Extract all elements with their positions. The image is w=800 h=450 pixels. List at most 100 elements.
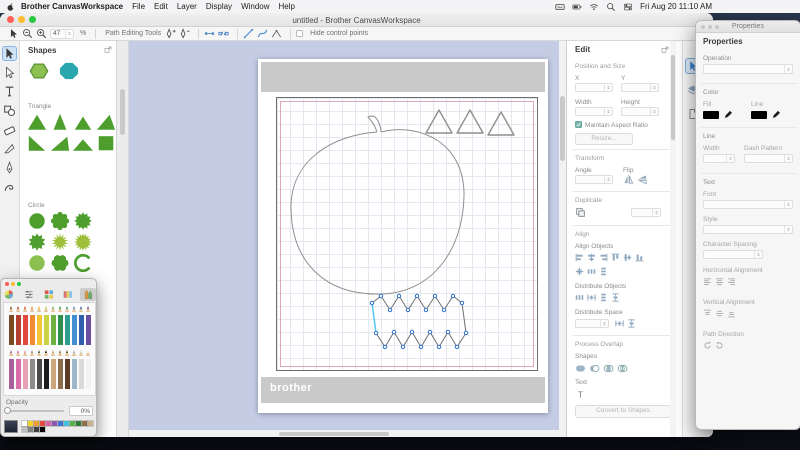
pen-nib-icon[interactable] xyxy=(3,161,16,174)
font-select[interactable] xyxy=(703,200,793,209)
cursor-outline-icon[interactable] xyxy=(3,66,16,79)
pencil-swatch[interactable] xyxy=(71,306,77,345)
space-v-icon[interactable] xyxy=(611,293,620,302)
resize-button[interactable]: Resize... xyxy=(575,133,633,145)
menu-clock[interactable]: Fri Aug 20 11:10 AM xyxy=(640,2,712,11)
stepper-icon[interactable] xyxy=(784,65,792,73)
space-h-icon[interactable] xyxy=(615,319,624,328)
line-segment-icon[interactable] xyxy=(243,28,254,39)
shape-triangle-right[interactable] xyxy=(26,133,48,153)
color-swatch[interactable] xyxy=(27,420,34,427)
line-width-field[interactable] xyxy=(703,154,735,163)
color-swatch[interactable] xyxy=(87,420,94,427)
cursor-icon[interactable] xyxy=(8,28,19,39)
stepper-icon[interactable] xyxy=(604,176,612,183)
width-field[interactable] xyxy=(575,107,613,116)
pen-add-node-icon[interactable] xyxy=(165,28,176,39)
zoom-button[interactable] xyxy=(17,281,21,286)
duplicate-count-field[interactable] xyxy=(631,208,661,217)
pencil-swatch[interactable] xyxy=(50,350,56,389)
pencil-swatch[interactable] xyxy=(50,306,56,345)
line-color-swatch[interactable] xyxy=(751,111,767,119)
text-align-bottom-icon[interactable] xyxy=(727,309,736,318)
keyboard-icon[interactable] xyxy=(555,2,565,12)
eraser-icon[interactable] xyxy=(3,123,16,136)
color-swatch[interactable] xyxy=(45,420,52,427)
pencil-swatch[interactable] xyxy=(22,350,28,389)
curve-segment-icon[interactable] xyxy=(257,28,268,39)
pencil-swatch[interactable] xyxy=(64,306,70,345)
pencil-swatch[interactable] xyxy=(57,350,63,389)
stepper-icon[interactable] xyxy=(784,155,792,162)
scrollbar-thumb[interactable] xyxy=(671,55,675,140)
shape-gear[interactable] xyxy=(26,232,48,252)
shape-triangle-tall[interactable] xyxy=(49,112,71,132)
shape-arc[interactable] xyxy=(72,253,94,273)
distribute-v-icon[interactable] xyxy=(599,293,608,302)
color-swatch[interactable] xyxy=(51,420,58,427)
shape-hexagon[interactable] xyxy=(28,61,50,81)
text-align-center-icon[interactable] xyxy=(715,277,724,286)
color-swatch[interactable] xyxy=(75,420,82,427)
fill-pen-icon[interactable] xyxy=(723,109,733,119)
color-swatch[interactable] xyxy=(63,420,70,427)
color-swatch[interactable] xyxy=(39,426,46,433)
zoom-out-icon[interactable] xyxy=(22,28,33,39)
color-swatch[interactable] xyxy=(81,420,88,427)
align-right-icon[interactable] xyxy=(599,253,608,262)
color-swatch[interactable] xyxy=(33,426,40,433)
opacity-slider-thumb[interactable] xyxy=(4,407,11,414)
shape-triangle-wide[interactable] xyxy=(72,133,94,153)
color-swatch[interactable] xyxy=(69,420,76,427)
battery-icon[interactable] xyxy=(572,2,582,12)
close-button[interactable] xyxy=(5,281,9,286)
height-field[interactable] xyxy=(621,107,659,116)
menu-help[interactable]: Help xyxy=(279,2,295,11)
align-center-h-icon[interactable] xyxy=(587,253,596,262)
stepper-icon[interactable] xyxy=(650,84,658,91)
shape-starburst[interactable] xyxy=(49,232,71,252)
shape-circle[interactable] xyxy=(26,211,48,231)
hide-control-points-checkbox[interactable] xyxy=(296,30,304,37)
knife-icon[interactable] xyxy=(3,142,16,155)
stepper-icon[interactable] xyxy=(650,108,658,115)
pencil-swatch[interactable] xyxy=(78,306,84,345)
shape-burst[interactable] xyxy=(72,211,94,231)
color-swatch[interactable] xyxy=(57,420,64,427)
shape-triangle-scalene[interactable] xyxy=(49,133,71,153)
pencil-swatch[interactable] xyxy=(43,306,49,345)
scrollbar-thumb[interactable] xyxy=(120,89,125,135)
canvas-area[interactable]: brother xyxy=(129,41,566,437)
opacity-slider[interactable] xyxy=(6,410,64,412)
color-swatch[interactable] xyxy=(27,426,34,433)
operation-select[interactable] xyxy=(703,64,793,74)
shape-square[interactable] xyxy=(95,133,117,153)
dash-pattern-field[interactable] xyxy=(744,154,793,163)
text-align-left-icon[interactable] xyxy=(703,277,712,286)
align-bottom-icon[interactable] xyxy=(635,253,644,262)
wifi-icon[interactable] xyxy=(589,2,599,12)
pencil-swatch[interactable] xyxy=(85,350,91,389)
pencil-swatch[interactable] xyxy=(15,306,21,345)
x-field[interactable] xyxy=(575,83,613,92)
align-middle-v-icon[interactable] xyxy=(623,253,632,262)
color-swatch[interactable] xyxy=(21,420,28,427)
maintain-aspect-checkbox[interactable] xyxy=(575,121,582,128)
color-swatch[interactable] xyxy=(39,420,46,427)
cutting-mat-grid[interactable] xyxy=(276,97,538,371)
divide-icon[interactable] xyxy=(617,363,628,374)
distribute-v-icon[interactable] xyxy=(599,267,608,276)
pencil-swatch[interactable] xyxy=(71,350,77,389)
distribute-h-icon[interactable] xyxy=(575,293,584,302)
align-center-both-icon[interactable] xyxy=(575,267,584,276)
shape-disc[interactable] xyxy=(26,253,48,273)
flip-h-icon[interactable] xyxy=(623,174,634,185)
pencil-swatch[interactable] xyxy=(57,306,63,345)
properties-titlebar[interactable]: Properties xyxy=(696,21,800,33)
stepper-icon[interactable] xyxy=(604,84,612,91)
stepper-icon[interactable] xyxy=(65,29,73,38)
scrollbar-thumb[interactable] xyxy=(560,96,565,161)
shape-sun[interactable] xyxy=(72,232,94,252)
pencil-swatch[interactable] xyxy=(64,350,70,389)
current-color-well[interactable] xyxy=(4,420,18,433)
